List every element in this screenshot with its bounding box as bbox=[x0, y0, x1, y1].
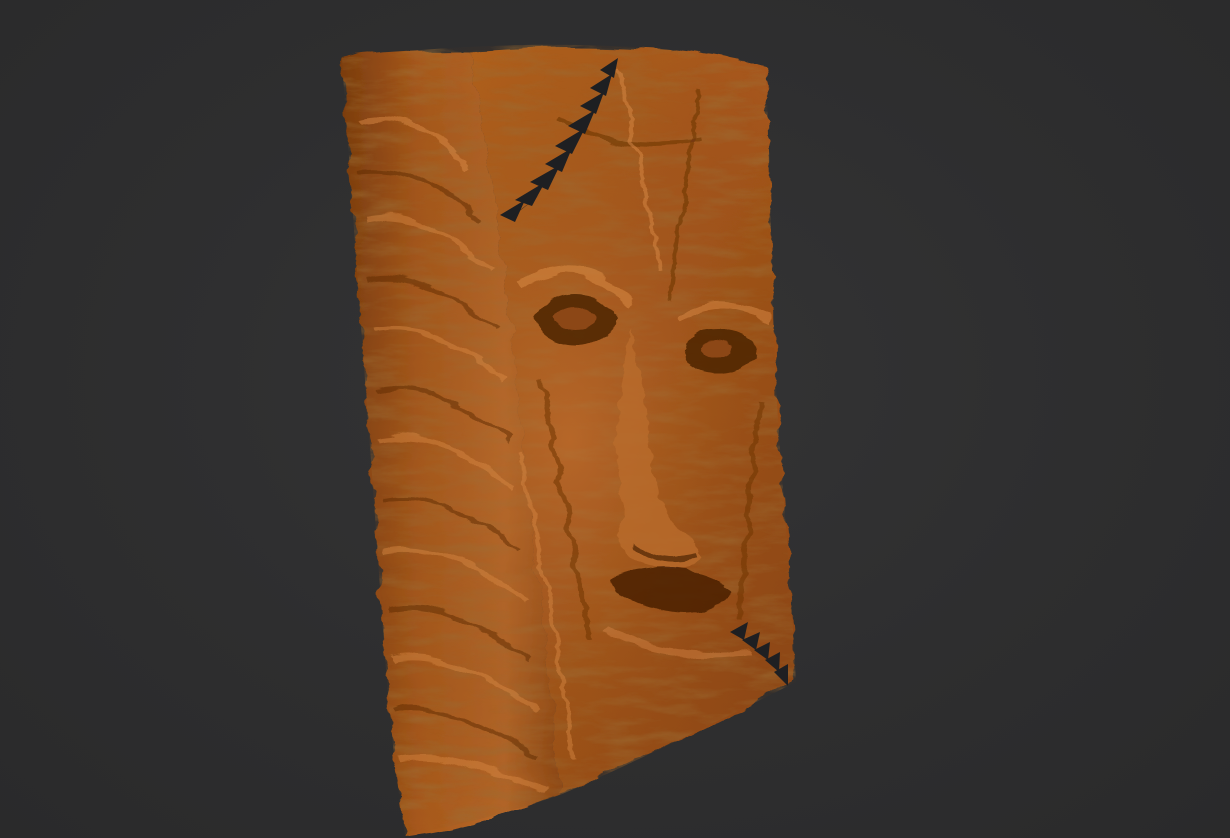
sculpt-viewport[interactable] bbox=[0, 0, 1230, 838]
sculpted-book-render bbox=[342, 44, 796, 835]
